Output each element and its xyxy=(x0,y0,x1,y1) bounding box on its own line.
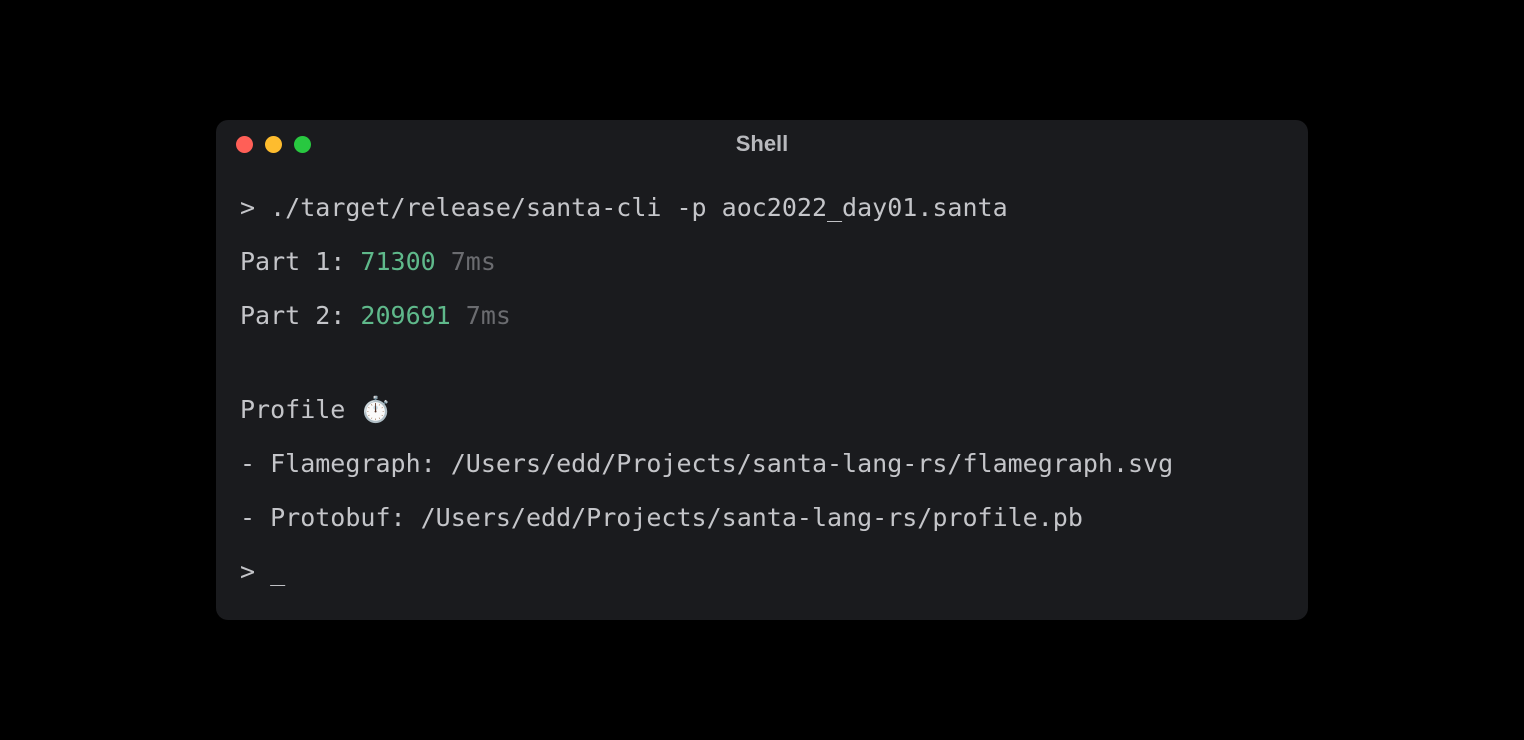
traffic-lights xyxy=(236,136,311,153)
titlebar: Shell xyxy=(216,120,1308,168)
maximize-button[interactable] xyxy=(294,136,311,153)
prompt: > xyxy=(240,193,270,222)
prompt: > xyxy=(240,557,270,586)
profile-header: Profile ⏱️ xyxy=(240,390,1284,430)
part2-label: Part 2: xyxy=(240,301,360,330)
terminal-window: Shell > ./target/release/santa-cli -p ao… xyxy=(216,120,1308,620)
part1-label: Part 1: xyxy=(240,247,360,276)
part1-time: 7ms xyxy=(436,247,496,276)
close-button[interactable] xyxy=(236,136,253,153)
output-part2: Part 2: 209691 7ms xyxy=(240,296,1284,336)
flamegraph-line: - Flamegraph: /Users/edd/Projects/santa-… xyxy=(240,444,1284,484)
part2-time: 7ms xyxy=(451,301,511,330)
cursor: _ xyxy=(270,557,285,586)
window-title: Shell xyxy=(736,131,789,157)
minimize-button[interactable] xyxy=(265,136,282,153)
output-part1: Part 1: 71300 7ms xyxy=(240,242,1284,282)
terminal-body[interactable]: > ./target/release/santa-cli -p aoc2022_… xyxy=(216,168,1308,620)
part2-value: 209691 xyxy=(360,301,450,330)
command-text: ./target/release/santa-cli -p aoc2022_da… xyxy=(270,193,1008,222)
protobuf-line: - Protobuf: /Users/edd/Projects/santa-la… xyxy=(240,498,1284,538)
part1-value: 71300 xyxy=(360,247,435,276)
prompt-line: > _ xyxy=(240,552,1284,592)
blank-line xyxy=(240,336,1284,376)
command-line: > ./target/release/santa-cli -p aoc2022_… xyxy=(240,188,1284,228)
